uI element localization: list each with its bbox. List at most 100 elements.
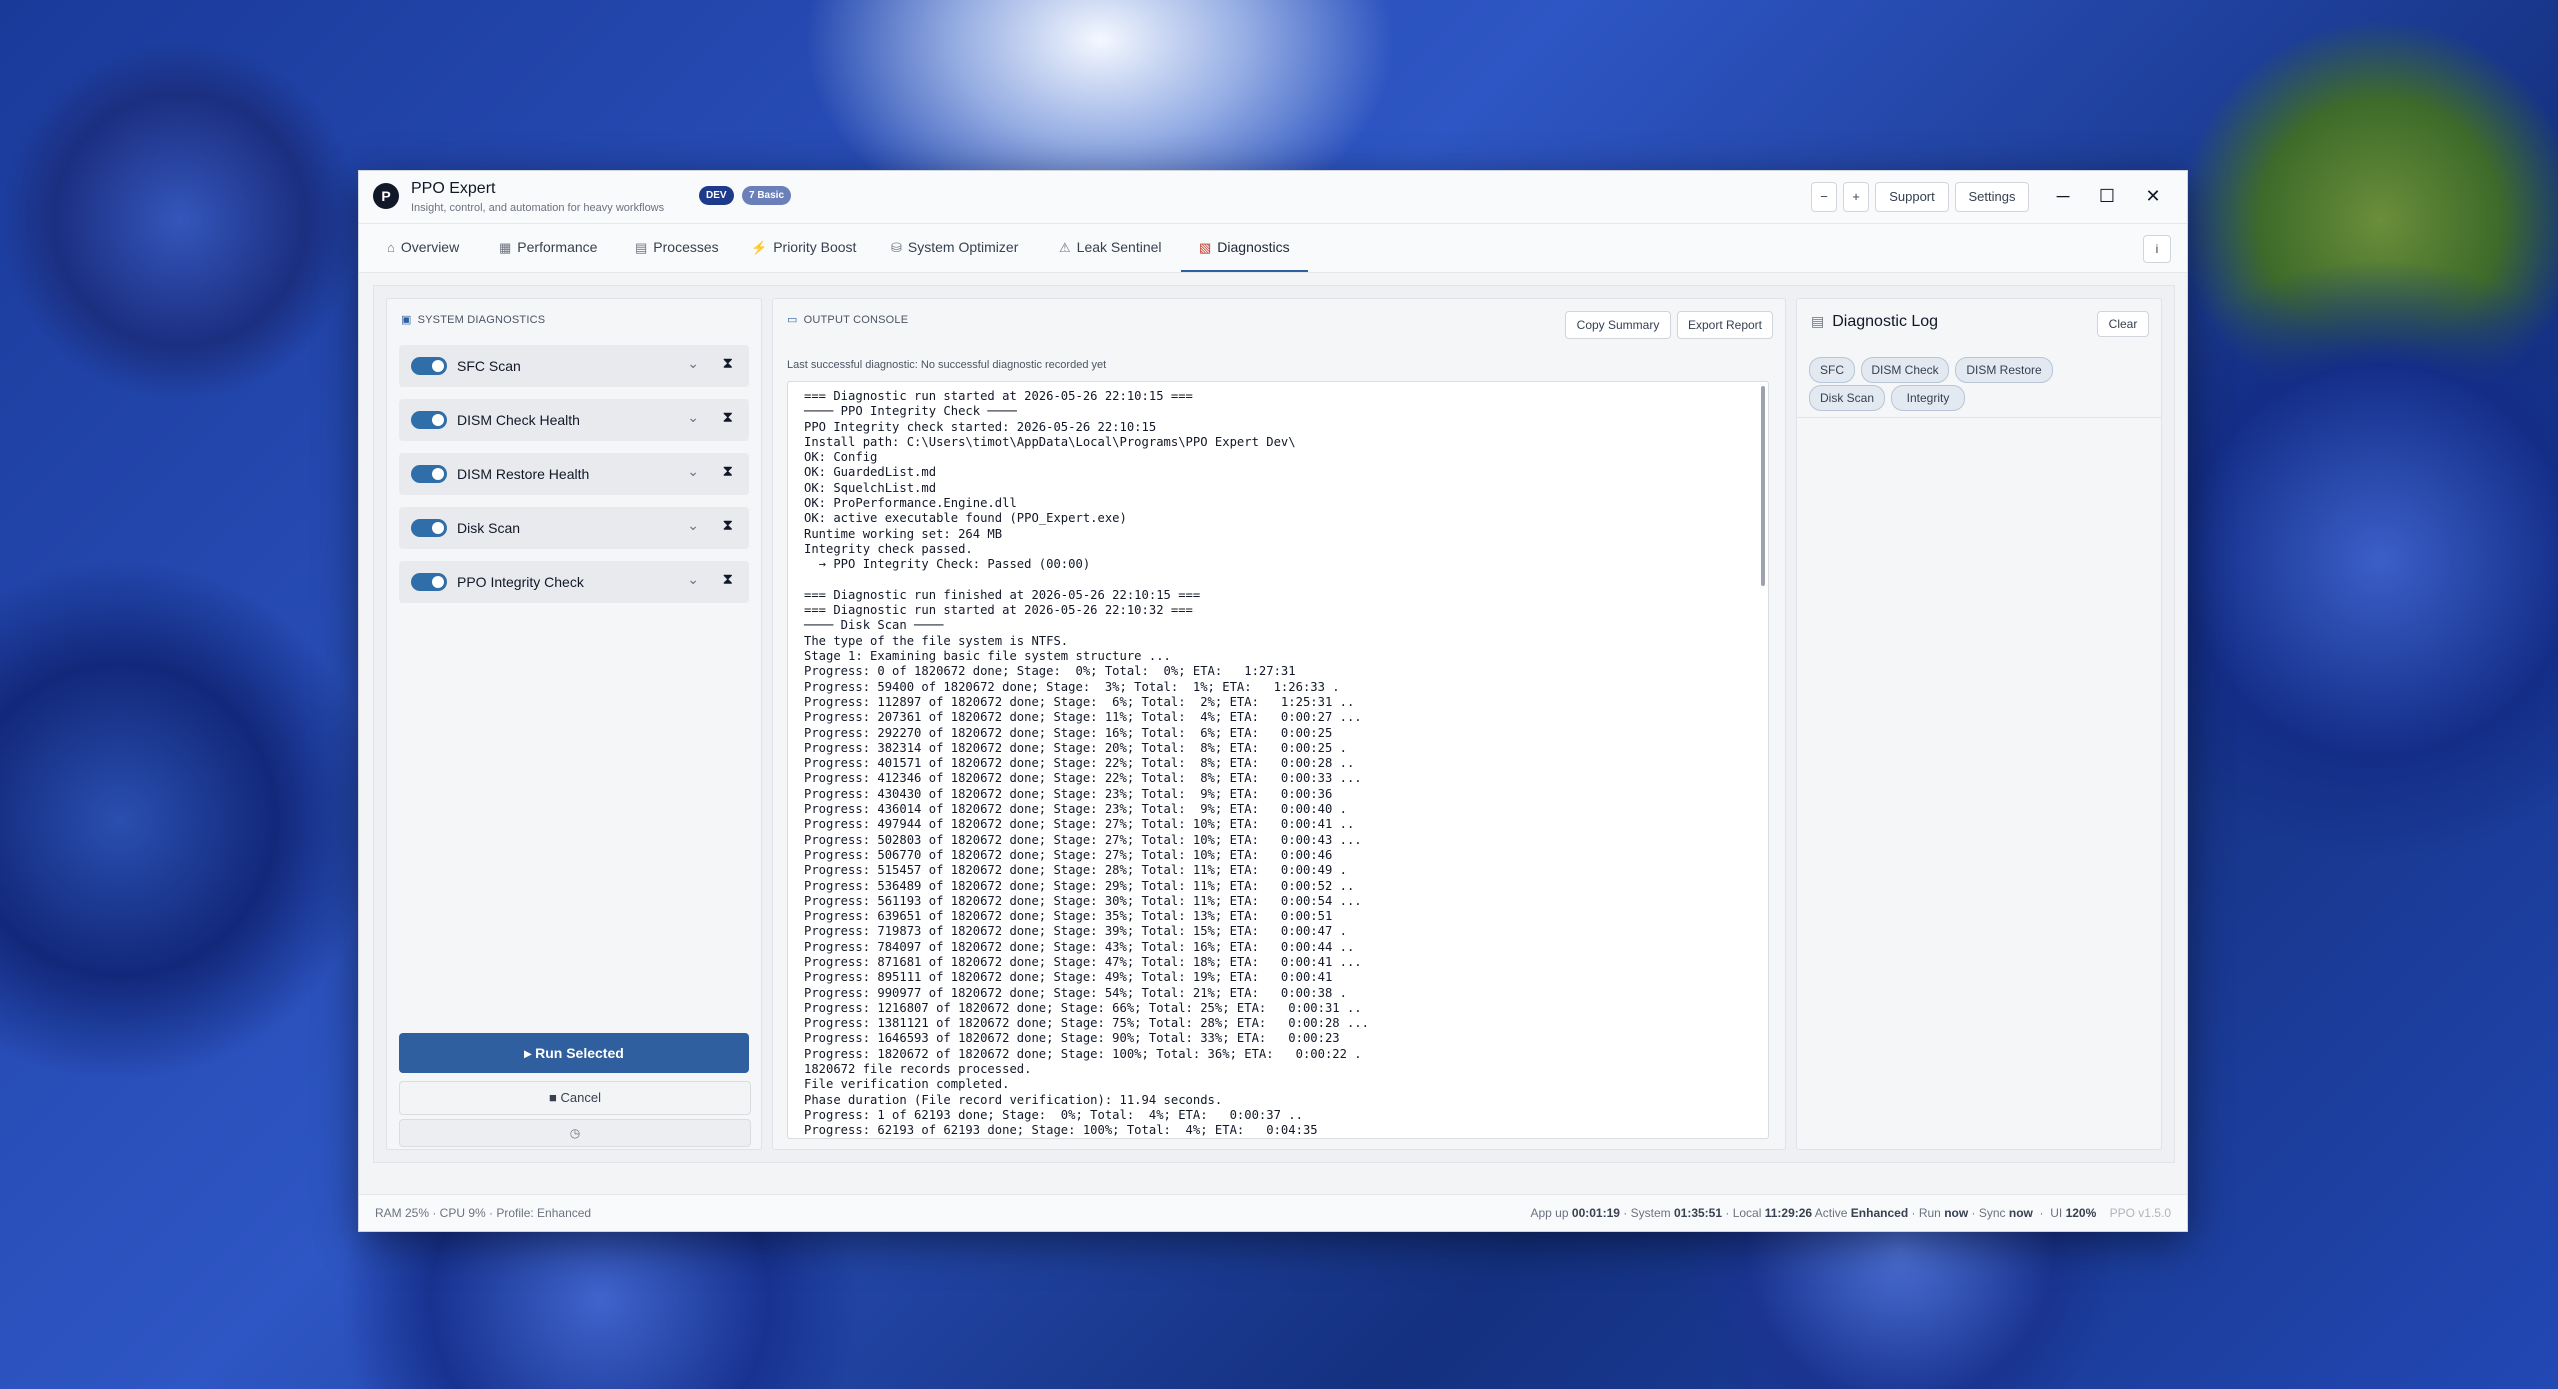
tab-label: Priority Boost — [773, 239, 857, 255]
console-scrollbar[interactable] — [1761, 386, 1765, 586]
ppo-integrity-check-toggle[interactable] — [411, 573, 447, 591]
status-label: Local — [1732, 1206, 1762, 1220]
chevron-down-icon[interactable]: ⌄ — [687, 355, 699, 372]
minimize-button[interactable]: ─ — [2045, 181, 2081, 211]
diag-item-label: DISM Check Health — [457, 412, 580, 428]
diag-item-label: SFC Scan — [457, 358, 521, 374]
hourglass-icon[interactable]: ⧗ — [722, 571, 733, 588]
dev-badge: DEV — [699, 186, 734, 205]
dism-restore-health-toggle[interactable] — [411, 465, 447, 483]
tab-overview[interactable]: ⌂ Overview — [387, 224, 459, 270]
diag-item-dism-restore-health[interactable]: DISM Restore Health ⌄ ⧗ — [399, 453, 749, 495]
system-diagnostics-header: ▣ SYSTEM DIAGNOSTICS — [401, 313, 545, 326]
local-time: 11:29:26 — [1764, 1206, 1813, 1220]
diag-item-label: Disk Scan — [457, 520, 521, 536]
runtime-status: App up 00:01:19 · System 01:35:51 · Loca… — [1530, 1206, 2172, 1220]
cancel-button[interactable]: ■ Cancel — [399, 1081, 751, 1115]
tab-label: System Optimizer — [907, 239, 1019, 255]
tab-system-optimizer[interactable]: ⛁ System Optimizer — [891, 224, 1018, 270]
log-filter-dism-restore[interactable]: DISM Restore — [1955, 357, 2053, 383]
tab-performance[interactable]: ▦ Performance — [499, 224, 597, 270]
diagnostics-icon: ▣ — [401, 314, 412, 326]
diagnostics-icon: ▧ — [1199, 240, 1212, 255]
section-title: OUTPUT CONSOLE — [803, 314, 909, 326]
resource-status: RAM 25% · CPU 9% · Profile: Enhanced — [375, 1206, 592, 1220]
log-filter-integrity[interactable]: Integrity — [1891, 385, 1965, 411]
app-version: PPO v1.5.0 — [2109, 1206, 2171, 1220]
sync-status: now — [2008, 1206, 2033, 1220]
tab-leak-sentinel[interactable]: ⚠ Leak Sentinel — [1059, 224, 1162, 270]
log-icon: ▤ — [1811, 313, 1825, 329]
run-selected-button[interactable]: ▸ Run Selected — [399, 1033, 749, 1073]
close-button[interactable]: ✕ — [2135, 181, 2171, 211]
warning-icon: ⚠ — [1059, 240, 1071, 255]
copy-summary-button[interactable]: Copy Summary — [1565, 311, 1671, 339]
status-label: App up — [1530, 1206, 1569, 1220]
section-title: SYSTEM DIAGNOSTICS — [417, 314, 546, 326]
home-icon: ⌂ — [387, 240, 395, 255]
status-label: UI — [2050, 1206, 2063, 1220]
section-title: Diagnostic Log — [1832, 313, 1939, 330]
chevron-down-icon[interactable]: ⌄ — [687, 409, 699, 426]
chevron-down-icon[interactable]: ⌄ — [687, 517, 699, 534]
tab-label: Processes — [653, 239, 719, 255]
app-logo: P — [373, 183, 399, 209]
app-subtitle: Insight, control, and automation for hea… — [411, 202, 665, 214]
info-button[interactable]: i — [2143, 235, 2171, 263]
status-label: System — [1630, 1206, 1671, 1220]
settings-button[interactable]: Settings — [1955, 182, 2029, 212]
divider — [1797, 417, 2161, 418]
diagnostic-log-header: ▤ Diagnostic Log — [1811, 313, 1938, 331]
zoom-out-button[interactable]: − — [1811, 182, 1837, 212]
export-report-button[interactable]: Export Report — [1677, 311, 1773, 339]
edition-badge: 7 Basic — [742, 186, 792, 205]
hourglass-icon[interactable]: ⧗ — [722, 463, 733, 480]
diag-item-ppo-integrity-check[interactable]: PPO Integrity Check ⌄ ⧗ — [399, 561, 749, 603]
disk-scan-toggle[interactable] — [411, 519, 447, 537]
tab-priority-boost[interactable]: ⚡ Priority Boost — [751, 224, 856, 270]
console-output[interactable]: === Diagnostic run started at 2026-05-26… — [787, 381, 1769, 1139]
ui-scale: 120% — [2065, 1206, 2097, 1220]
console-log-text: === Diagnostic run started at 2026-05-26… — [804, 389, 1369, 1138]
log-filter-disk-scan[interactable]: Disk Scan — [1809, 385, 1885, 411]
log-filter-sfc[interactable]: SFC — [1809, 357, 1855, 383]
sfc-scan-toggle[interactable] — [411, 357, 447, 375]
tab-processes[interactable]: ▤ Processes — [635, 224, 719, 270]
tab-bar: ⌂ Overview ▦ Performance ▤ Processes ⚡ Prior… — [359, 224, 2187, 273]
app-window: P PPO Expert Insight, control, and autom… — [358, 170, 2188, 1232]
diag-item-disk-scan[interactable]: Disk Scan ⌄ ⧗ — [399, 507, 749, 549]
system-diagnostics-panel: ▣ SYSTEM DIAGNOSTICS SFC Scan ⌄ ⧗ DISM Ch… — [386, 298, 762, 1150]
processes-icon: ▤ — [635, 240, 648, 255]
tab-label: Leak Sentinel — [1076, 239, 1162, 255]
log-filter-dism-check[interactable]: DISM Check — [1861, 357, 1949, 383]
dism-check-health-toggle[interactable] — [411, 411, 447, 429]
support-button[interactable]: Support — [1875, 182, 1949, 212]
status-label: Active — [1814, 1206, 1848, 1220]
tab-diagnostics[interactable]: ▧ Diagnostics — [1181, 224, 1308, 272]
schedule-button[interactable]: ◷ — [399, 1119, 751, 1147]
hourglass-icon[interactable]: ⧗ — [722, 409, 733, 426]
output-console-panel: ▭ OUTPUT CONSOLE Copy Summary Export Repo… — [772, 298, 1786, 1150]
diag-item-label: PPO Integrity Check — [457, 574, 584, 590]
maximize-button[interactable]: ☐ — [2089, 181, 2125, 211]
hourglass-icon[interactable]: ⧗ — [722, 355, 733, 372]
status-label: Run — [1918, 1206, 1941, 1220]
console-icon: ▭ — [787, 314, 798, 326]
output-console-header: ▭ OUTPUT CONSOLE — [787, 313, 908, 326]
status-bar: RAM 25% · CPU 9% · Profile: Enhanced App… — [359, 1194, 2187, 1231]
diag-item-sfc-scan[interactable]: SFC Scan ⌄ ⧗ — [399, 345, 749, 387]
diag-item-label: DISM Restore Health — [457, 466, 590, 482]
chevron-down-icon[interactable]: ⌄ — [687, 463, 699, 480]
zoom-in-button[interactable]: + — [1843, 182, 1869, 212]
chevron-down-icon[interactable]: ⌄ — [687, 571, 699, 588]
last-diagnostic-text: Last successful diagnostic: No successfu… — [787, 359, 1107, 371]
hourglass-icon[interactable]: ⧗ — [722, 517, 733, 534]
app-title: PPO Expert — [411, 180, 496, 197]
performance-icon: ▦ — [499, 240, 512, 255]
system-uptime: 01:35:51 — [1673, 1206, 1723, 1220]
status-label: Sync — [1978, 1206, 2006, 1220]
title-bar: P PPO Expert Insight, control, and autom… — [359, 171, 2187, 224]
diag-item-dism-check-health[interactable]: DISM Check Health ⌄ ⧗ — [399, 399, 749, 441]
tab-label: Diagnostics — [1217, 239, 1290, 255]
clear-log-button[interactable]: Clear — [2097, 311, 2149, 337]
